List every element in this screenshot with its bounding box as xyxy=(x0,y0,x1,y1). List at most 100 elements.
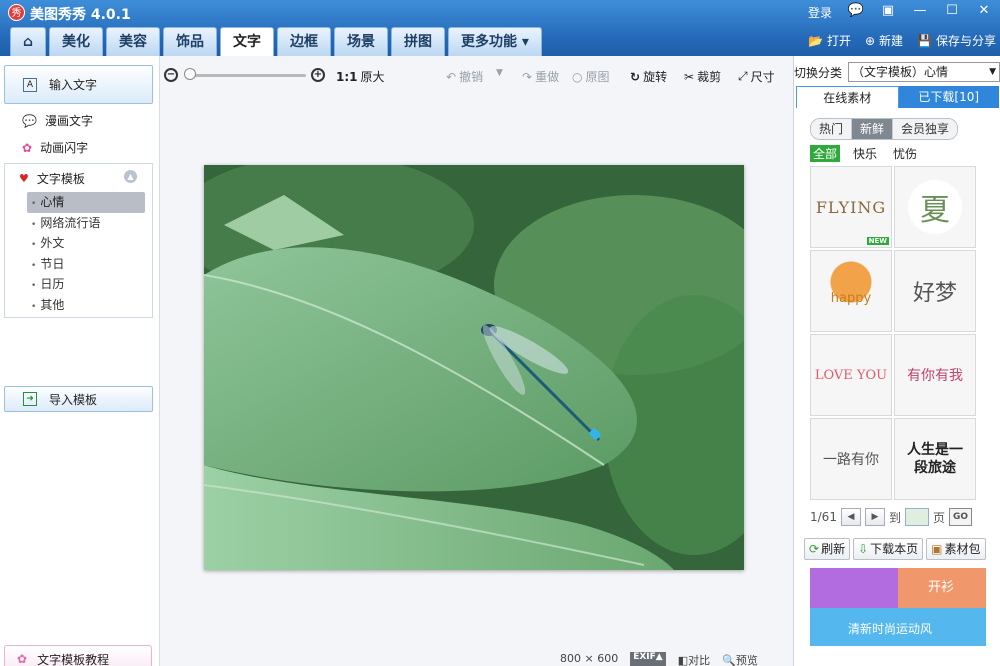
page-info: 1/61 xyxy=(810,510,837,524)
login-link[interactable]: 登录 xyxy=(808,4,832,21)
template-item-foreign[interactable]: 外文 xyxy=(27,233,145,254)
template-header[interactable]: ♥ 文字模板 xyxy=(19,170,85,187)
plus-icon: ⊕ xyxy=(864,34,876,48)
new-badge: NEW xyxy=(866,237,889,245)
app-logo-icon: 秀 xyxy=(8,4,25,21)
import-template-button[interactable]: ➜ 导入模板 xyxy=(4,386,153,412)
material-source-tabs: 在线素材 已下载[10] xyxy=(796,86,999,108)
input-text-button[interactable]: A 输入文字 xyxy=(4,65,153,104)
undo-history-dropdown[interactable]: ▼ xyxy=(496,68,503,78)
undo-button[interactable]: ↶ 撤销 xyxy=(446,68,483,85)
tab-beautify[interactable]: 美化 xyxy=(49,27,103,56)
category-switcher: 切换分类 （文字模板）心情 ▼ xyxy=(794,62,1000,82)
tab-text[interactable]: 文字 xyxy=(220,27,274,56)
original-button[interactable]: ○ 原图 xyxy=(572,68,610,85)
tab-decorations[interactable]: 饰品 xyxy=(163,27,217,56)
tab-scenes[interactable]: 场景 xyxy=(334,27,388,56)
canvas-area xyxy=(160,94,793,646)
template-item-calendar[interactable]: 日历 xyxy=(27,274,145,295)
open-button[interactable]: 📂 打开 xyxy=(808,32,851,49)
sticker-tile[interactable]: 夏 xyxy=(894,166,976,248)
category-select[interactable]: （文字模板）心情 ▼ xyxy=(848,62,1000,82)
animated-text-item[interactable]: ✿ 动画闪字 xyxy=(22,139,88,156)
skin-icon[interactable]: ▣ xyxy=(878,2,898,20)
speech-bubble-icon: 💬 xyxy=(22,113,37,128)
zoom-slider-handle[interactable] xyxy=(184,68,196,80)
circle-icon: ○ xyxy=(572,69,583,84)
feedback-icon[interactable]: 💬 xyxy=(846,2,866,20)
zoom-in-icon[interactable]: + xyxy=(311,68,325,82)
promo-text-cardigan: 开衫 xyxy=(928,580,955,595)
sticker-tile[interactable]: FLYING NEW xyxy=(810,166,892,248)
sticker-tile[interactable]: 好梦 xyxy=(894,250,976,332)
tab-home[interactable]: ⌂ xyxy=(10,27,46,56)
go-button[interactable]: GO xyxy=(948,508,973,526)
promo-text-sport-style: 清新时尚运动风 xyxy=(848,622,933,636)
refresh-button[interactable]: ⟳ 刷新 xyxy=(804,538,851,560)
collapse-icon[interactable]: ▲ xyxy=(124,170,137,183)
material-pack-button[interactable]: ▣ 素材包 xyxy=(926,538,986,560)
zoom-out-icon[interactable]: − xyxy=(164,68,178,82)
sticker-tile[interactable]: 有你有我 xyxy=(894,334,976,416)
sparkle-text-icon: ✿ xyxy=(22,140,33,155)
template-list: 心情 网络流行语 外文 节日 日历 其他 xyxy=(27,192,145,315)
rotate-icon: ↻ xyxy=(630,69,641,84)
exif-button[interactable]: EXIF▲ xyxy=(630,652,666,666)
page-unit-label: 页 xyxy=(932,510,945,525)
seg-hot[interactable]: 热门 xyxy=(811,119,853,139)
tab-beauty[interactable]: 美容 xyxy=(106,27,160,56)
preview-button[interactable]: 🔍预览 xyxy=(722,652,758,666)
seg-members-only[interactable]: 会员独享 xyxy=(893,119,958,139)
sticker-tile[interactable]: LOVE YOU xyxy=(810,334,892,416)
tab-frames[interactable]: 边框 xyxy=(277,27,331,56)
template-tutorial-button[interactable]: ✿ 文字模板教程 xyxy=(4,645,152,666)
filter-happy[interactable]: 快乐 xyxy=(850,145,880,162)
close-icon[interactable]: ✕ xyxy=(974,2,994,20)
zoom-slider[interactable] xyxy=(188,74,306,77)
status-bar: 800 × 600 EXIF▲ ◧对比 🔍预览 xyxy=(560,652,758,666)
comic-text-item[interactable]: 💬 漫画文字 xyxy=(22,112,93,129)
preview-icon: 🔍 xyxy=(722,654,736,666)
promo-banner[interactable]: 开衫 清新时尚运动风 xyxy=(810,568,986,646)
new-button[interactable]: ⊕ 新建 xyxy=(865,32,903,49)
love-you-icon: ♥ xyxy=(19,172,29,185)
template-item-internet-slang[interactable]: 网络流行语 xyxy=(27,213,145,234)
actual-size-button[interactable]: 1:1 原大 xyxy=(336,68,385,85)
sort-segment: 热门 新鲜 会员独享 xyxy=(810,118,959,140)
sticker-grid: FLYING NEW 夏 happy 好梦 LOVE YOU 有你有我 一路有你… xyxy=(810,166,978,500)
crop-button[interactable]: ✂ 裁剪 xyxy=(684,68,721,85)
compare-button[interactable]: ◧对比 xyxy=(678,652,710,666)
rotate-button[interactable]: ↻ 旋转 xyxy=(630,68,667,85)
filter-sad[interactable]: 忧伤 xyxy=(890,145,920,162)
download-page-button[interactable]: ⇩ 下载本页 xyxy=(853,538,924,560)
prev-page-button[interactable]: ◀ xyxy=(840,508,861,526)
next-page-button[interactable]: ▶ xyxy=(864,508,885,526)
sticker-tile[interactable]: 一路有你 xyxy=(810,418,892,500)
chevron-left-icon: ◀ xyxy=(847,512,855,522)
tab-more[interactable]: 更多功能 ▾ xyxy=(448,27,542,56)
tab-collage[interactable]: 拼图 xyxy=(391,27,445,56)
page-number-input[interactable] xyxy=(904,508,929,526)
resize-button[interactable]: ⤢ 尺寸 xyxy=(738,68,775,85)
tab-online-materials[interactable]: 在线素材 xyxy=(796,86,899,108)
compare-icon: ◧ xyxy=(677,654,689,666)
package-icon: ▣ xyxy=(931,542,943,556)
maximize-icon[interactable]: ☐ xyxy=(942,2,962,20)
minimize-icon[interactable]: — xyxy=(910,2,930,20)
title-bar: 秀 美图秀秀 4.0.1 登录 💬 ▣ — ☐ ✕ ⌂ 美化 美容 饰品 文字 … xyxy=(0,0,1000,56)
redo-icon: ↷ xyxy=(522,69,533,84)
template-item-mood[interactable]: 心情 xyxy=(27,192,145,213)
app-title: 美图秀秀 4.0.1 xyxy=(30,7,131,23)
sticker-tile[interactable]: happy xyxy=(810,250,892,332)
photo-canvas[interactable] xyxy=(204,165,744,570)
save-share-button[interactable]: 💾 保存与分享 xyxy=(917,32,996,49)
filter-all[interactable]: 全部 xyxy=(810,145,841,162)
template-item-other[interactable]: 其他 xyxy=(27,295,145,316)
edit-toolbar: − + 1:1 原大 ↶ 撤销 ▼ ↷ 重做 ○ 原图 ↻ 旋转 ✂ 裁剪 ⤢ 尺寸 xyxy=(160,56,793,94)
sticker-tile[interactable]: 人生是一段旅途 xyxy=(894,418,976,500)
redo-button[interactable]: ↷ 重做 xyxy=(522,68,559,85)
tab-downloaded[interactable]: 已下载[10] xyxy=(898,86,999,108)
template-item-holiday[interactable]: 节日 xyxy=(27,254,145,275)
chevron-down-icon: ▼ xyxy=(496,68,503,78)
seg-fresh[interactable]: 新鲜 xyxy=(852,119,894,139)
